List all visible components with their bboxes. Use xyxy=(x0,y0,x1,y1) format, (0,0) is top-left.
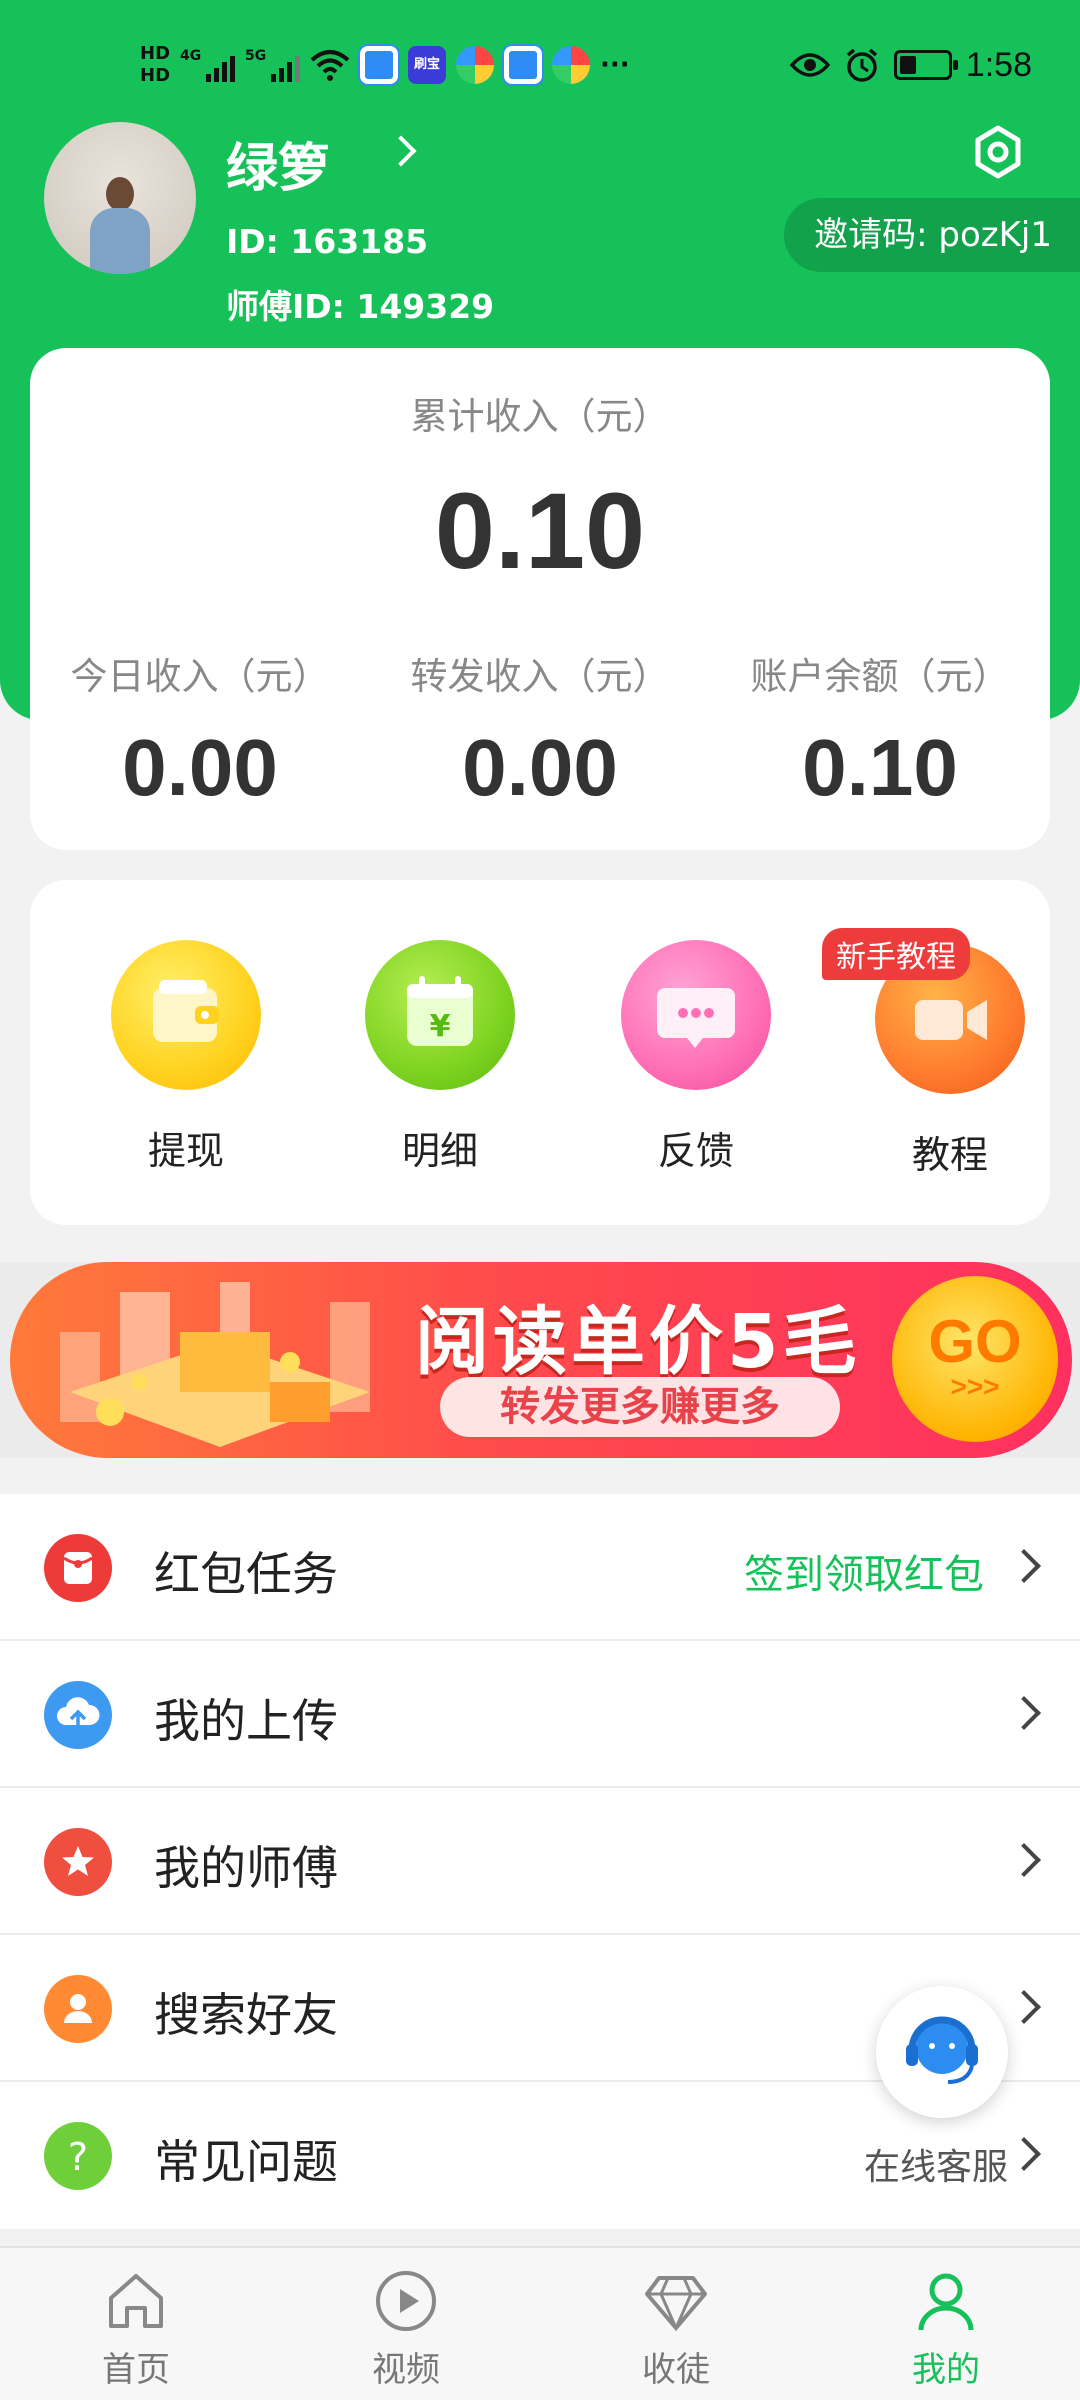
forward-income-value: 0.00 xyxy=(462,723,618,812)
menu-label-search-friends: 搜索好友 xyxy=(154,1988,338,2042)
menu-item-master[interactable]: 我的师傅 xyxy=(0,1788,1080,1935)
today-income-label: 今日收入（元） xyxy=(70,655,330,698)
menu-label-faq: 常见问题 xyxy=(154,2135,338,2189)
star-icon xyxy=(44,1828,112,1896)
wifi-icon xyxy=(310,50,350,81)
cloud-upload-icon xyxy=(44,1681,112,1749)
play-icon xyxy=(376,2271,436,2331)
browser-app-icon-2 xyxy=(504,46,543,84)
hd-label-1: HD xyxy=(140,43,171,64)
nav-recruit[interactable]: 收徒 xyxy=(576,2266,776,2391)
chevron-right-icon xyxy=(1007,1990,1041,2024)
menu-label-red-packet: 红包任务 xyxy=(154,1547,338,1601)
withdraw-label: 提现 xyxy=(147,1129,224,1173)
avatar[interactable] xyxy=(44,122,196,274)
withdraw-button[interactable]: 提现 xyxy=(86,940,286,1175)
city-illustration-icon xyxy=(60,1282,370,1447)
shuabao-app-icon: 刷宝 xyxy=(408,46,447,84)
forward-income-label: 转发收入（元） xyxy=(410,655,670,698)
signal-4g-icon: 4G xyxy=(180,48,236,82)
nav-video[interactable]: 视频 xyxy=(306,2266,506,2391)
chevron-right-icon xyxy=(1007,1549,1041,1583)
nav-mine[interactable]: 我的 xyxy=(846,2266,1046,2391)
nav-mine-label: 我的 xyxy=(912,2350,980,2390)
account-balance-value: 0.10 xyxy=(802,723,958,812)
calendar-yuan-icon: ¥ xyxy=(365,940,515,1090)
master-id: 师傅ID: 149329 xyxy=(226,287,495,326)
feedback-button[interactable]: 反馈 xyxy=(596,940,796,1175)
new-tutorial-badge: 新手教程 xyxy=(822,928,970,980)
wallet-icon xyxy=(111,940,261,1090)
chevron-right-icon xyxy=(1007,1843,1041,1877)
browser-app-icon xyxy=(360,46,399,84)
user-id: ID: 163185 xyxy=(226,222,429,261)
details-label: 明细 xyxy=(401,1129,478,1173)
bottom-nav: 首页 视频 收徒 我的 xyxy=(0,2246,1080,2400)
user-icon xyxy=(918,2273,974,2331)
question-icon: ? xyxy=(44,2122,112,2190)
go-button[interactable]: GO >>> xyxy=(892,1276,1058,1442)
today-income: 今日收入（元） 0.00 xyxy=(30,646,370,814)
svg-text:¥: ¥ xyxy=(430,1009,451,1044)
hd-label-2: HD xyxy=(140,65,171,86)
menu-list: 红包任务 签到领取红包 我的上传 我的师傅 搜索好友 ? 常见问题 xyxy=(0,1494,1080,2229)
eye-icon xyxy=(789,53,830,77)
battery-icon xyxy=(893,50,958,80)
clock-time: 1:58 xyxy=(965,45,1032,84)
nav-home-label: 首页 xyxy=(102,2350,170,2390)
signal-5g-icon: 5G xyxy=(245,48,301,82)
nav-recruit-label: 收徒 xyxy=(642,2350,710,2390)
account-balance-label: 账户余额（元） xyxy=(750,655,1010,698)
customer-service-button[interactable] xyxy=(876,1986,1008,2118)
checkin-hint: 签到领取红包 xyxy=(744,1552,984,1598)
network-label-2: 5G xyxy=(245,48,267,64)
today-income-value: 0.00 xyxy=(122,723,278,812)
home-icon xyxy=(109,2274,163,2328)
status-left: HD HD 4G 5G 刷宝 ··· xyxy=(140,30,630,100)
diamond-icon xyxy=(645,2276,707,2332)
total-income-label: 累计收入（元） xyxy=(410,395,670,438)
username[interactable]: 绿箩 xyxy=(226,126,330,201)
go-arrows: >>> xyxy=(950,1371,1000,1402)
menu-label-master: 我的师傅 xyxy=(154,1841,338,1895)
account-balance: 账户余额（元） 0.10 xyxy=(710,646,1050,814)
nav-home[interactable]: 首页 xyxy=(36,2266,236,2391)
settings-gear-icon[interactable] xyxy=(970,124,1026,180)
feedback-label: 反馈 xyxy=(657,1129,734,1173)
tutorial-label: 教程 xyxy=(911,1133,988,1177)
colorful-app-icon-2 xyxy=(552,46,591,84)
chat-bubble-icon xyxy=(621,940,771,1090)
more-notifications-icon: ··· xyxy=(600,50,630,80)
go-label: GO xyxy=(928,1308,1022,1375)
chevron-right-icon xyxy=(1007,2137,1041,2171)
promo-banner[interactable]: 阅读单价5毛 转发更多赚更多 GO >>> xyxy=(10,1262,1072,1458)
details-button[interactable]: ¥ 明细 xyxy=(340,940,540,1175)
customer-service-label[interactable]: 在线客服 xyxy=(864,2138,1008,2190)
income-card: 累计收入（元） 0.10 今日收入（元） 0.00 转发收入（元） 0.00 账… xyxy=(30,348,1050,850)
headset-icon xyxy=(906,2016,978,2084)
banner-subtitle: 转发更多赚更多 xyxy=(440,1377,840,1437)
colorful-app-icon xyxy=(456,46,495,84)
invite-code-badge[interactable]: 邀请码: pozKj1 xyxy=(784,198,1080,272)
promo-banner-area: 阅读单价5毛 转发更多赚更多 GO >>> xyxy=(0,1262,1080,1458)
status-bar: HD HD 4G 5G 刷宝 ··· 1:58 xyxy=(0,0,1080,130)
chevron-right-icon xyxy=(1007,1696,1041,1730)
person-icon xyxy=(44,1975,112,2043)
network-label-1: 4G xyxy=(180,48,202,64)
svg-text:?: ? xyxy=(68,2135,88,2179)
banner-title: 阅读单价5毛 xyxy=(415,1299,861,1385)
total-income-value: 0.10 xyxy=(434,470,646,591)
status-right: 1:58 xyxy=(789,40,1032,90)
hd-indicator: HD HD xyxy=(140,43,170,87)
menu-item-red-packet[interactable]: 红包任务 签到领取红包 xyxy=(0,1494,1080,1641)
menu-item-uploads[interactable]: 我的上传 xyxy=(0,1641,1080,1788)
red-packet-icon xyxy=(44,1534,112,1602)
alarm-icon xyxy=(846,48,877,82)
nav-video-label: 视频 xyxy=(372,2350,440,2390)
forward-income: 转发收入（元） 0.00 xyxy=(370,646,710,814)
menu-label-uploads: 我的上传 xyxy=(154,1694,338,1748)
